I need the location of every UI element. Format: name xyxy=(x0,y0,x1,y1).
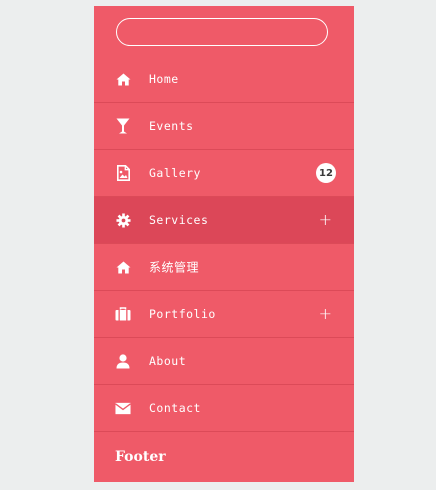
gear-icon xyxy=(115,212,131,228)
nav-item-label: Services xyxy=(149,213,209,227)
envelope-icon xyxy=(115,400,131,416)
image-file-icon xyxy=(115,165,131,181)
nav-item-label: Gallery xyxy=(149,166,201,180)
nav-item-system-management[interactable]: 系统管理 xyxy=(94,244,354,291)
expand-plus-icon[interactable]: + xyxy=(319,212,332,228)
nav-item-label: About xyxy=(149,354,187,368)
nav-item-home[interactable]: Home xyxy=(94,56,354,103)
home-icon xyxy=(115,71,131,87)
expand-plus-icon[interactable]: + xyxy=(319,306,332,322)
nav-item-about[interactable]: About xyxy=(94,338,354,385)
nav-item-services[interactable]: Services + xyxy=(94,197,354,244)
nav-item-label: Contact xyxy=(149,401,201,415)
user-icon xyxy=(115,353,131,369)
footer-title: Footer xyxy=(115,449,166,465)
briefcase-icon xyxy=(115,306,131,322)
nav-item-events[interactable]: Events xyxy=(94,103,354,150)
cocktail-icon xyxy=(115,118,131,134)
nav-item-portfolio[interactable]: Portfolio + xyxy=(94,291,354,338)
sidebar-panel: Home Events Gallery 12 Services + 系统管理 P… xyxy=(94,6,354,482)
nav-menu: Home Events Gallery 12 Services + 系统管理 P… xyxy=(94,56,354,432)
nav-item-label: Events xyxy=(149,119,194,133)
nav-item-label: Portfolio xyxy=(149,307,216,321)
search-area xyxy=(94,6,354,56)
nav-item-label: Home xyxy=(149,72,179,86)
footer: Footer xyxy=(94,432,354,482)
nav-item-gallery[interactable]: Gallery 12 xyxy=(94,150,354,197)
search-input[interactable] xyxy=(116,18,328,46)
nav-item-label: 系统管理 xyxy=(149,260,200,275)
home-icon xyxy=(115,259,131,275)
nav-item-contact[interactable]: Contact xyxy=(94,385,354,432)
count-badge: 12 xyxy=(316,163,336,183)
